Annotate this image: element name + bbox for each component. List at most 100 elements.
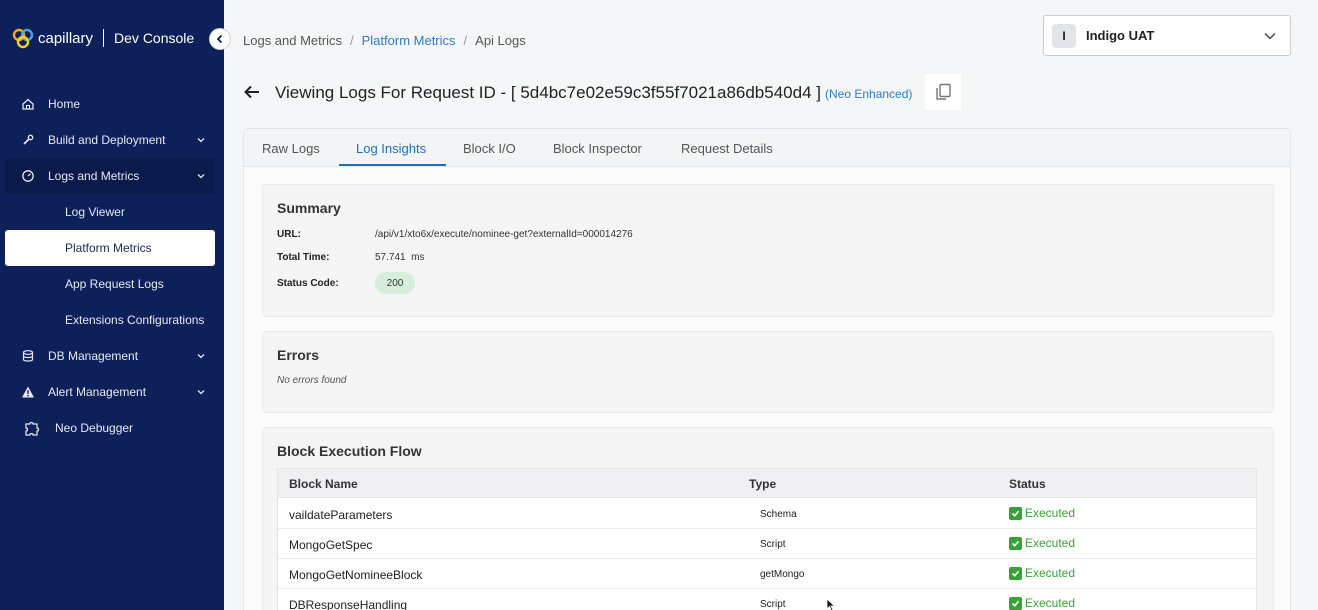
column-header-status: Status bbox=[1009, 477, 1046, 491]
sidebar-item-label: App Request Logs bbox=[65, 277, 164, 291]
wrench-icon bbox=[23, 134, 34, 145]
check-icon bbox=[1009, 536, 1022, 550]
block-flow-table: Block Name Type Status vaildateParameter… bbox=[277, 468, 1257, 610]
brand-name: capillary bbox=[38, 29, 94, 47]
log-panel: Raw Logs Log Insights Block I/O Block In… bbox=[243, 128, 1291, 610]
summary-title: Summary bbox=[277, 200, 341, 216]
sidebar-item-platform-metrics[interactable]: Platform Metrics bbox=[5, 230, 215, 266]
tab-request-details[interactable]: Request Details bbox=[681, 141, 773, 156]
sidebar-item-label: Extensions Configurations bbox=[65, 313, 205, 327]
table-row[interactable]: MongoGetSpec Script Executed bbox=[278, 529, 1256, 559]
block-status-cell: Executed bbox=[1009, 566, 1075, 580]
total-time-value: 57.741 ms bbox=[375, 252, 425, 263]
status-text: Executed bbox=[1025, 506, 1076, 520]
sidebar-item-label: Neo Debugger bbox=[55, 421, 134, 435]
sidebar-item-label: Platform Metrics bbox=[65, 241, 152, 255]
back-arrow-icon[interactable] bbox=[243, 83, 261, 101]
column-header-type: Type bbox=[749, 477, 777, 491]
brand-divider bbox=[103, 29, 105, 47]
block-flow-title: Block Execution Flow bbox=[277, 443, 422, 459]
org-selector[interactable]: I Indigo UAT bbox=[1043, 15, 1291, 56]
sidebar-item-log-viewer[interactable]: Log Viewer bbox=[5, 194, 215, 230]
breadcrumb-separator: / bbox=[463, 33, 468, 48]
chevron-left-icon bbox=[216, 34, 223, 44]
sidebar-item-home[interactable]: Home bbox=[5, 86, 215, 122]
copy-icon bbox=[936, 83, 951, 100]
block-name-cell: vaildateParameters bbox=[289, 508, 393, 522]
breadcrumb-api-logs: Api Logs bbox=[475, 33, 526, 48]
chevron-down-icon bbox=[197, 174, 205, 179]
table-row[interactable]: DBResponseHandling Script Executed bbox=[278, 589, 1256, 610]
tab-bar: Raw Logs Log Insights Block I/O Block In… bbox=[244, 129, 1290, 167]
sidebar-item-app-request-logs[interactable]: App Request Logs bbox=[5, 266, 215, 302]
check-icon bbox=[1009, 566, 1022, 580]
puzzle-icon bbox=[25, 421, 40, 436]
neo-enhanced-tag: (Neo Enhanced) bbox=[825, 87, 913, 101]
brand[interactable]: capillary Dev Console bbox=[12, 26, 194, 50]
sidebar: capillary Dev Console Home Build and Dep… bbox=[0, 0, 224, 610]
org-avatar: I bbox=[1052, 23, 1076, 48]
mouse-cursor-icon bbox=[826, 598, 836, 610]
tab-raw-logs[interactable]: Raw Logs bbox=[262, 141, 320, 156]
database-icon bbox=[22, 350, 34, 362]
summary-card: Summary URL: /api/v1/xto6x/execute/nomin… bbox=[262, 184, 1274, 317]
page-title: Viewing Logs For Request ID - [ 5d4bc7e0… bbox=[275, 83, 821, 102]
block-status-cell: Executed bbox=[1009, 536, 1075, 550]
block-status-cell: Executed bbox=[1009, 596, 1075, 610]
sidebar-item-neo-debugger[interactable]: Neo Debugger bbox=[5, 410, 215, 446]
alert-icon bbox=[22, 386, 34, 398]
chevron-down-icon bbox=[1264, 33, 1276, 40]
block-flow-card: Block Execution Flow Block Name Type Sta… bbox=[262, 427, 1274, 610]
status-text: Executed bbox=[1025, 596, 1076, 610]
sidebar-item-label: Logs and Metrics bbox=[48, 169, 140, 183]
sidebar-item-alert-management[interactable]: Alert Management bbox=[5, 374, 215, 410]
home-icon bbox=[22, 98, 34, 110]
breadcrumb-separator: / bbox=[350, 33, 354, 48]
sidebar-item-logs-and-metrics[interactable]: Logs and Metrics bbox=[5, 158, 215, 194]
tab-log-insights[interactable]: Log Insights bbox=[356, 141, 426, 156]
org-name: Indigo UAT bbox=[1086, 28, 1155, 43]
breadcrumb-logs-and-metrics[interactable]: Logs and Metrics bbox=[243, 33, 342, 48]
sidebar-item-build-and-deployment[interactable]: Build and Deployment bbox=[5, 122, 215, 158]
gauge-icon bbox=[22, 170, 34, 182]
brand-product: Dev Console bbox=[114, 30, 195, 46]
breadcrumb-platform-metrics[interactable]: Platform Metrics bbox=[362, 33, 456, 48]
tab-block-inspector[interactable]: Block Inspector bbox=[553, 141, 642, 156]
block-name-cell: MongoGetNomineeBlock bbox=[289, 568, 423, 582]
errors-title: Errors bbox=[277, 347, 320, 363]
status-code-label: Status Code: bbox=[277, 278, 339, 289]
capillary-logo-icon bbox=[12, 28, 34, 49]
column-header-block-name: Block Name bbox=[289, 477, 358, 491]
total-time-label: Total Time: bbox=[277, 252, 330, 263]
sidebar-item-label: Alert Management bbox=[48, 385, 147, 399]
block-type-cell: Schema bbox=[760, 509, 797, 520]
block-name-cell: MongoGetSpec bbox=[289, 538, 373, 552]
tab-block-io[interactable]: Block I/O bbox=[463, 141, 516, 156]
breadcrumb: Logs and Metrics / Platform Metrics / Ap… bbox=[243, 33, 526, 48]
table-row[interactable]: MongoGetNomineeBlock getMongo Executed bbox=[278, 559, 1256, 589]
table-header: Block Name Type Status bbox=[278, 469, 1256, 498]
sidebar-collapse-button[interactable] bbox=[209, 28, 231, 50]
sidebar-item-label: DB Management bbox=[48, 349, 139, 363]
block-type-cell: getMongo bbox=[760, 569, 805, 580]
copy-request-id-button[interactable] bbox=[925, 74, 961, 110]
chevron-down-icon bbox=[197, 354, 205, 359]
sidebar-item-db-management[interactable]: DB Management bbox=[5, 338, 215, 374]
status-text: Executed bbox=[1025, 566, 1076, 580]
sidebar-item-extensions-configurations[interactable]: Extensions Configurations bbox=[5, 302, 215, 338]
status-badge: 200 bbox=[375, 272, 415, 294]
errors-card: Errors No errors found bbox=[262, 331, 1274, 413]
table-row[interactable]: vaildateParameters Schema Executed bbox=[278, 499, 1256, 529]
url-label: URL: bbox=[277, 229, 301, 240]
block-name-cell: DBResponseHandling bbox=[289, 598, 408, 610]
chevron-down-icon bbox=[197, 138, 205, 143]
errors-message: No errors found bbox=[277, 375, 347, 386]
status-text: Executed bbox=[1025, 536, 1076, 550]
block-type-cell: Script bbox=[760, 539, 786, 550]
sidebar-item-label: Log Viewer bbox=[65, 205, 125, 219]
active-tab-indicator bbox=[339, 164, 446, 166]
check-icon bbox=[1009, 596, 1022, 610]
block-status-cell: Executed bbox=[1009, 506, 1075, 520]
check-icon bbox=[1009, 506, 1022, 520]
url-value: /api/v1/xto6x/execute/nominee-get?extern… bbox=[375, 229, 633, 240]
